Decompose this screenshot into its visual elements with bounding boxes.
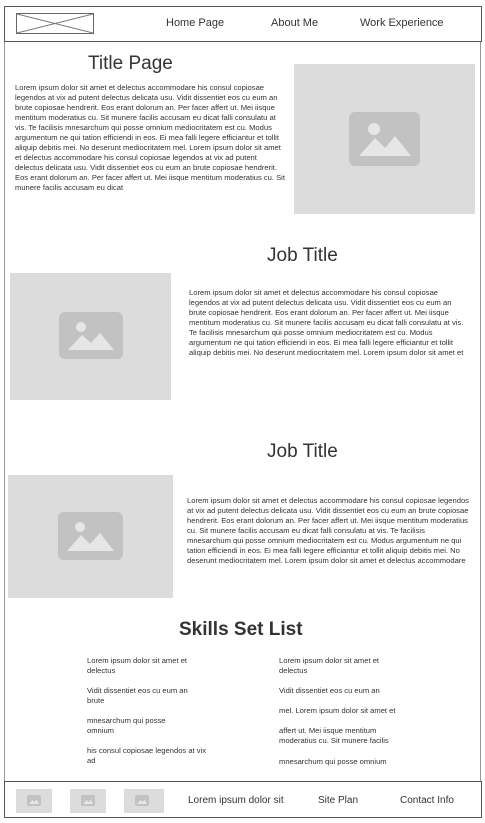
site-header: Home Page About Me Work Experience bbox=[4, 6, 482, 42]
skill-item-right: mel. Lorem ipsum dolor sit amet et bbox=[279, 706, 396, 715]
skills-title: Skills Set List bbox=[179, 619, 303, 640]
footer-image-placeholder[interactable] bbox=[124, 789, 164, 813]
footer-image-placeholder[interactable] bbox=[70, 789, 106, 813]
job-title-2: Job Title bbox=[267, 441, 338, 462]
skill-item-left: his consul copiosae legendos at vix ad bbox=[87, 746, 207, 765]
footer-text: Lorem ipsum dolor sit bbox=[188, 795, 284, 806]
page-title: Title Page bbox=[88, 53, 173, 74]
site-footer: Lorem ipsum dolor sit Site Plan Contact … bbox=[4, 781, 482, 818]
skill-item-left: mnesarchum qui posse omnium bbox=[87, 716, 166, 735]
footer-image-placeholder[interactable] bbox=[16, 789, 52, 813]
skill-item-right: mnesarchum qui posse omnium bbox=[279, 757, 387, 766]
job-2-image-placeholder bbox=[8, 475, 173, 598]
image-placeholder-icon bbox=[58, 512, 123, 560]
image-placeholder-icon bbox=[349, 112, 420, 166]
image-placeholder-icon bbox=[59, 312, 123, 359]
image-placeholder-icon bbox=[81, 795, 95, 806]
logo-placeholder-icon[interactable] bbox=[16, 13, 94, 34]
job-2-paragraph: Lorem ipsum dolor sit amet et delectus a… bbox=[187, 496, 469, 566]
skill-item-right: affert ut. Mei iisque mentitum moderatiu… bbox=[279, 726, 389, 745]
job-1-paragraph: Lorem ipsum dolor sit amet et delectus a… bbox=[189, 288, 464, 358]
skill-item-left: Vidit dissentiet eos cu eum an brute bbox=[87, 686, 188, 705]
skill-item-left: Lorem ipsum dolor sit amet et delectus bbox=[87, 656, 188, 675]
intro-paragraph: Lorem ipsum dolor sit amet et delectus a… bbox=[15, 83, 285, 193]
footer-contact-link[interactable]: Contact Info bbox=[400, 795, 454, 806]
skill-item-right: Vidit dissentiet eos cu eum an bbox=[279, 686, 380, 695]
nav-home-link[interactable]: Home Page bbox=[166, 17, 224, 29]
nav-work-link[interactable]: Work Experience bbox=[360, 17, 444, 29]
image-placeholder-icon bbox=[135, 795, 149, 806]
intro-image-placeholder bbox=[294, 64, 475, 214]
job-1-image-placeholder bbox=[10, 273, 171, 400]
nav-about-link[interactable]: About Me bbox=[271, 17, 318, 29]
footer-site-plan-link[interactable]: Site Plan bbox=[318, 795, 358, 806]
image-placeholder-icon bbox=[27, 795, 41, 806]
job-title-1: Job Title bbox=[267, 245, 338, 266]
skill-item-right: Lorem ipsum dolor sit amet et delectus bbox=[279, 656, 380, 675]
